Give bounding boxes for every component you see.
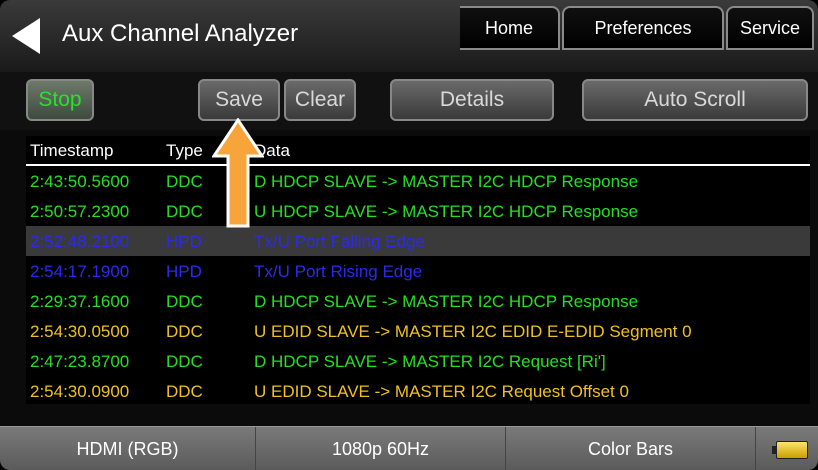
stop-button[interactable]: Stop bbox=[26, 79, 94, 121]
row-data: U HDCP SLAVE -> MASTER I2C HDCP Response bbox=[254, 202, 639, 221]
table-row[interactable]: 2:47:23.8700 DDC D HDCP SLAVE -> MASTER I2… bbox=[26, 346, 810, 376]
tab-preferences[interactable]: Preferences bbox=[562, 6, 724, 50]
row-data: U EDID SLAVE -> MASTER I2C Request Offse… bbox=[254, 382, 629, 401]
row-type: DDC bbox=[166, 202, 203, 221]
tab-service[interactable]: Service bbox=[726, 6, 814, 50]
column-header-timestamp: Timestamp bbox=[30, 141, 114, 160]
row-data: D HDCP SLAVE -> MASTER I2C HDCP Response bbox=[254, 292, 639, 311]
row-type: DDC bbox=[166, 382, 203, 401]
battery-icon bbox=[772, 441, 808, 459]
device-screen: Aux Channel Analyzer Home Preferences Se… bbox=[0, 0, 818, 470]
table-row[interactable]: 2:50:57.2300 DDC U HDCP SLAVE -> MASTER I2… bbox=[26, 196, 810, 226]
event-table: Timestamp Type Data 2:43:50.5600 DDC D HDC… bbox=[26, 136, 810, 404]
row-data: D HDCP SLAVE -> MASTER I2C Request [Ri'] bbox=[254, 352, 606, 371]
row-timestamp: 2:29:37.1600 bbox=[30, 292, 130, 311]
status-resolution[interactable]: 1080p 60Hz bbox=[256, 427, 506, 470]
row-type: DDC bbox=[166, 322, 203, 341]
up-arrow-icon bbox=[212, 118, 264, 228]
row-timestamp: 2:54:17.1900 bbox=[30, 262, 130, 281]
details-button[interactable]: Details bbox=[390, 79, 554, 121]
table-row[interactable]: 2:54:17.1900 HPD Tx/U Port Rising Edge bbox=[26, 256, 810, 286]
page-title: Aux Channel Analyzer bbox=[62, 20, 299, 47]
row-type: DDC bbox=[166, 172, 203, 191]
table-row[interactable]: 2:54:30.0900 DDC U EDID SLAVE -> MASTER I2… bbox=[26, 376, 810, 406]
row-type: DDC bbox=[166, 292, 203, 311]
row-timestamp: 2:54:30.0900 bbox=[30, 382, 130, 401]
table-row[interactable]: 2:52:48.2100 HPD Tx/U Port Falling Edge bbox=[26, 226, 810, 256]
row-timestamp: 2:50:57.2300 bbox=[30, 202, 130, 221]
back-arrow-icon[interactable] bbox=[12, 18, 40, 54]
row-data: Tx/U Port Falling Edge bbox=[254, 232, 426, 251]
row-data: U EDID SLAVE -> MASTER I2C EDID E-EDID S… bbox=[254, 322, 692, 341]
toolbar: Stop Save Clear Details Auto Scroll bbox=[0, 72, 818, 130]
row-timestamp: 2:43:50.5600 bbox=[30, 172, 130, 191]
clear-button[interactable]: Clear bbox=[284, 79, 356, 121]
row-type: DDC bbox=[166, 352, 203, 371]
table-row[interactable]: 2:43:50.5600 DDC D HDCP SLAVE -> MASTER I2… bbox=[26, 166, 810, 196]
row-timestamp: 2:54:30.0500 bbox=[30, 322, 130, 341]
table-row[interactable]: 2:54:30.0500 DDC U EDID SLAVE -> MASTER I2… bbox=[26, 316, 810, 346]
row-data: D HDCP SLAVE -> MASTER I2C HDCP Response bbox=[254, 172, 639, 191]
status-pattern[interactable]: Color Bars bbox=[506, 427, 756, 470]
save-button[interactable]: Save bbox=[198, 79, 280, 121]
status-color-space[interactable]: HDMI (RGB) bbox=[0, 427, 256, 470]
header-bar: Aux Channel Analyzer Home Preferences Se… bbox=[0, 0, 818, 73]
column-header-type: Type bbox=[166, 141, 203, 160]
tab-home[interactable]: Home bbox=[460, 6, 560, 50]
auto-scroll-button[interactable]: Auto Scroll bbox=[582, 79, 808, 121]
table-header: Timestamp Type Data bbox=[26, 136, 810, 166]
row-timestamp: 2:47:23.8700 bbox=[30, 352, 130, 371]
table-row[interactable]: 2:29:37.1600 DDC D HDCP SLAVE -> MASTER I2… bbox=[26, 286, 810, 316]
status-bar: HDMI (RGB) 1080p 60Hz Color Bars bbox=[0, 426, 818, 470]
row-type: HPD bbox=[166, 262, 202, 281]
row-data: Tx/U Port Rising Edge bbox=[254, 262, 423, 281]
row-type: HPD bbox=[166, 232, 202, 251]
row-timestamp: 2:52:48.2100 bbox=[30, 232, 130, 251]
